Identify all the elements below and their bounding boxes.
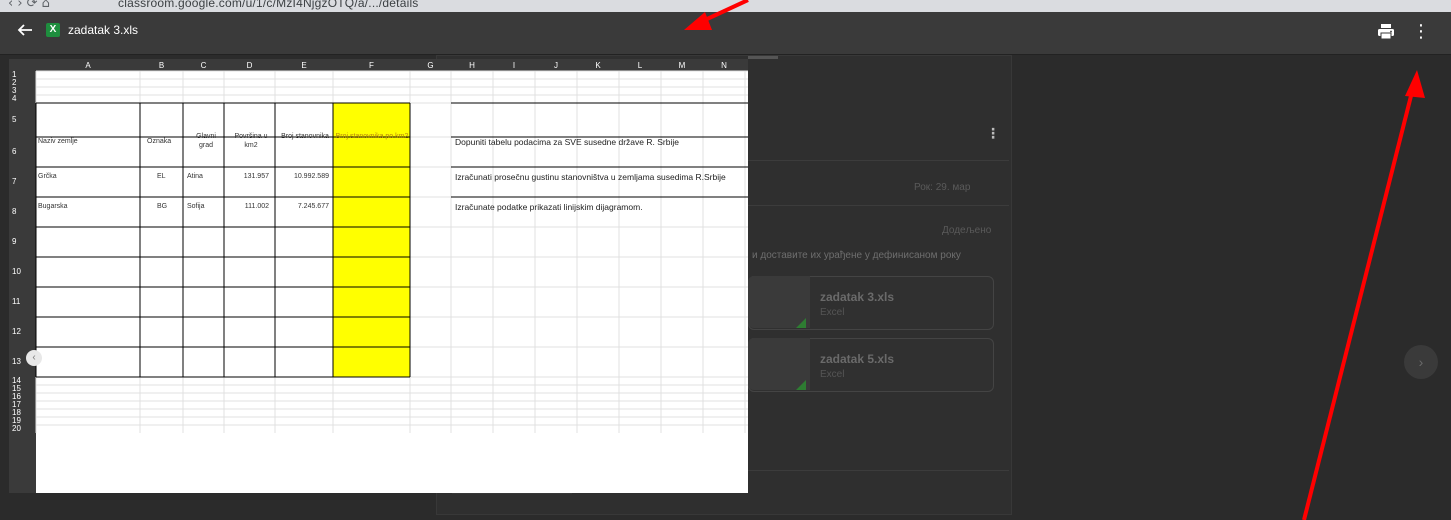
annotation-overlay — [684, 0, 1425, 520]
annotation-arrow-to-toolbar — [684, 0, 749, 30]
annotation-arrow-to-more-button — [1302, 70, 1425, 520]
